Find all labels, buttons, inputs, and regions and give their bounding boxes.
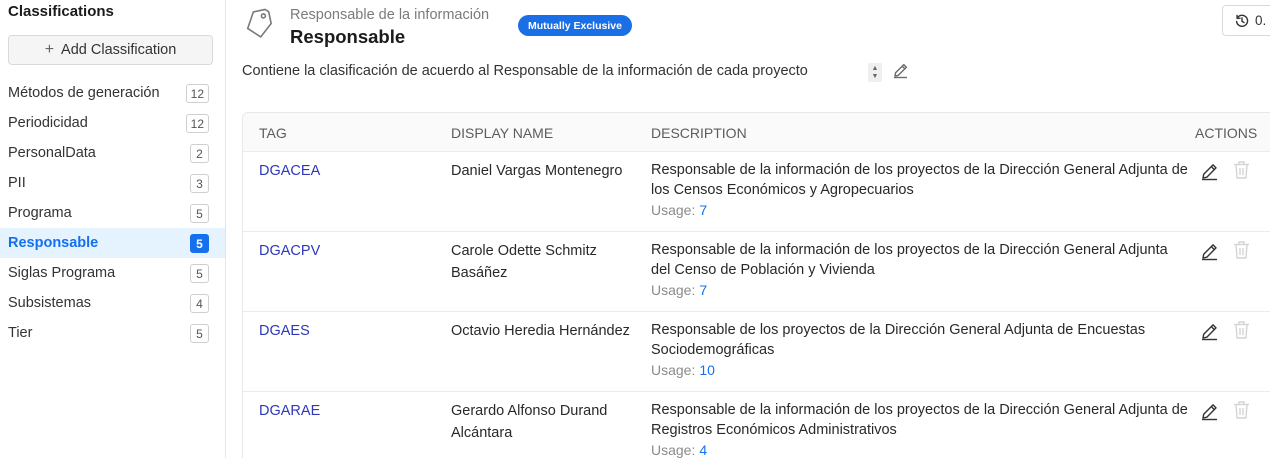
column-header-display-name: DISPLAY NAME — [451, 125, 554, 141]
sidebar-item-tier[interactable]: Tier 5 — [0, 318, 225, 348]
usage: Usage: 7 — [651, 202, 707, 218]
tag-link[interactable]: DGACPV — [259, 243, 320, 259]
column-header-actions: ACTIONS — [1195, 125, 1258, 141]
sidebar-item-label: Tier — [8, 325, 33, 341]
sidebar-item-responsable[interactable]: Responsable 5 — [0, 228, 225, 258]
sidebar-item-label: Responsable — [8, 235, 99, 251]
sidebar-item-count: 3 — [190, 174, 209, 193]
edit-icon[interactable] — [1200, 162, 1219, 181]
tag-icon — [246, 8, 272, 38]
sidebar-item-count: 12 — [185, 114, 209, 133]
sidebar-item-label: Programa — [8, 205, 72, 221]
delete-icon[interactable] — [1232, 160, 1251, 180]
plus-icon: + — [44, 41, 55, 58]
edit-description-icon[interactable] — [892, 62, 909, 79]
classifications-sidebar: Classifications + Add Classification Mét… — [0, 0, 226, 458]
classification-list: Métodos de generación 12 Periodicidad 12… — [0, 78, 225, 348]
classification-description: Contiene la clasificación de acuerdo al … — [242, 63, 808, 79]
usage-count[interactable]: 7 — [699, 202, 707, 218]
table-row: DGACPV Carole Odette Schmitz Basáñez Res… — [243, 232, 1270, 312]
usage-label: Usage: — [651, 442, 696, 458]
tag-link[interactable]: DGACEA — [259, 163, 320, 179]
add-classification-button[interactable]: + Add Classification — [8, 35, 213, 65]
version-history-button[interactable]: 0. — [1222, 5, 1270, 36]
delete-icon[interactable] — [1232, 400, 1251, 420]
sidebar-item-count: 5 — [190, 264, 209, 283]
add-classification-label: Add Classification — [61, 42, 177, 58]
sidebar-item-subsistemas[interactable]: Subsistemas 4 — [0, 288, 225, 318]
history-icon — [1235, 14, 1249, 27]
usage-count[interactable]: 7 — [699, 282, 707, 298]
sidebar-item-count: 2 — [190, 144, 209, 163]
display-name: Octavio Heredia Hernández — [451, 323, 630, 339]
tag-description: Responsable de la información de los pro… — [651, 242, 1168, 278]
edit-icon[interactable] — [1200, 242, 1219, 261]
display-name: Gerardo Alfonso Durand Alcántara — [451, 403, 608, 441]
usage-label: Usage: — [651, 362, 696, 378]
usage-label: Usage: — [651, 282, 696, 298]
usage-count[interactable]: 4 — [699, 442, 707, 458]
sidebar-item-label: Métodos de generación — [8, 85, 160, 101]
display-name: Carole Odette Schmitz Basáñez — [451, 243, 597, 281]
sidebar-item-personaldata[interactable]: PersonalData 2 — [0, 138, 225, 168]
sidebar-item-count: 5 — [190, 234, 209, 253]
sidebar-item-count: 5 — [190, 204, 209, 223]
classification-subtitle: Responsable de la información — [290, 7, 490, 23]
table-row: DGACEA Daniel Vargas Montenegro Responsa… — [243, 152, 1270, 232]
sidebar-item-pii[interactable]: PII 3 — [0, 168, 225, 198]
usage-count[interactable]: 10 — [699, 362, 715, 378]
tag-description: Responsable de los proyectos de la Direc… — [651, 322, 1146, 358]
edit-icon[interactable] — [1200, 322, 1219, 341]
column-header-tag: TAG — [259, 125, 287, 141]
sidebar-item-count: 12 — [185, 84, 209, 103]
tag-description: Responsable de la información de los pro… — [651, 402, 1188, 438]
table-header: TAG DISPLAY NAME DESCRIPTION ACTIONS — [243, 113, 1270, 152]
page-title: Responsable — [290, 26, 406, 47]
sidebar-title: Classifications — [8, 3, 114, 20]
usage: Usage: 4 — [651, 442, 707, 458]
delete-icon[interactable] — [1232, 320, 1251, 340]
delete-icon[interactable] — [1232, 240, 1251, 260]
sidebar-item-label: PersonalData — [8, 145, 96, 161]
sidebar-item-label: Siglas Programa — [8, 265, 116, 281]
sidebar-item-label: PII — [8, 175, 26, 191]
table-row: DGARAE Gerardo Alfonso Durand Alcántara … — [243, 392, 1270, 458]
sidebar-item-label: Subsistemas — [8, 295, 92, 311]
tag-link[interactable]: DGAES — [259, 323, 310, 339]
usage-label: Usage: — [651, 202, 696, 218]
version-label: 0. — [1255, 13, 1267, 28]
table-row: DGAES Octavio Heredia Hernández Responsa… — [243, 312, 1270, 392]
app-root: Classifications + Add Classification Mét… — [0, 0, 1270, 458]
sidebar-item-count: 4 — [190, 294, 209, 313]
sidebar-item-count: 5 — [190, 324, 209, 343]
display-name: Daniel Vargas Montenegro — [451, 163, 623, 179]
usage: Usage: 10 — [651, 362, 715, 378]
sidebar-item-metodos-de-generacion[interactable]: Métodos de generación 12 — [0, 78, 225, 108]
sidebar-item-programa[interactable]: Programa 5 — [0, 198, 225, 228]
tags-table: TAG DISPLAY NAME DESCRIPTION ACTIONS DGA… — [242, 112, 1270, 458]
edit-icon[interactable] — [1200, 402, 1219, 421]
sidebar-item-label: Periodicidad — [8, 115, 88, 131]
tag-description: Responsable de la información de los pro… — [651, 162, 1188, 198]
usage: Usage: 7 — [651, 282, 707, 298]
column-header-description: DESCRIPTION — [651, 125, 747, 141]
mutually-exclusive-badge: Mutually Exclusive — [518, 15, 632, 36]
sidebar-item-siglas-programa[interactable]: Siglas Programa 5 — [0, 258, 225, 288]
sidebar-item-periodicidad[interactable]: Periodicidad 12 — [0, 108, 225, 138]
description-expand-toggle[interactable]: ▲ ▼ — [868, 63, 882, 82]
tag-link[interactable]: DGARAE — [259, 403, 320, 419]
